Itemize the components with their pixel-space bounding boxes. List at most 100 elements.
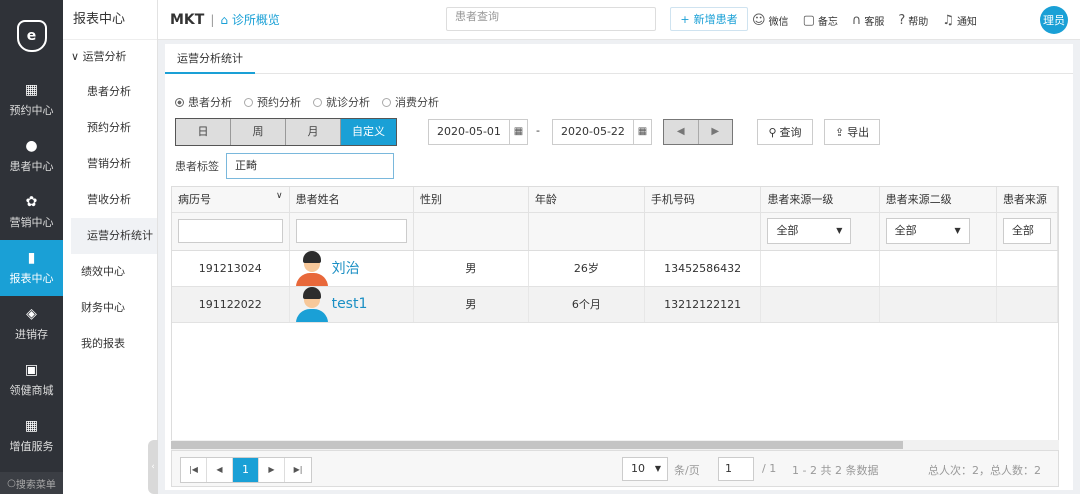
period-day-button[interactable]: 日 [176, 119, 231, 145]
tool-notify[interactable]: ♫ 通知 [942, 13, 977, 28]
tool-memo[interactable]: ▢ 备忘 [803, 13, 838, 28]
rail-item-shop[interactable]: ▣ 领健商城 [0, 352, 63, 408]
tool-wechat[interactable]: ☺ 微信 [752, 13, 789, 28]
app-logo[interactable]: e [0, 0, 63, 72]
column-header-source-2[interactable]: 患者来源二级 [879, 187, 997, 213]
source-1-filter-select[interactable]: 全部 ▼ [767, 218, 852, 244]
collapse-handle[interactable]: ‹ [148, 440, 158, 494]
radio-consumption-analysis[interactable]: 消费分析 [382, 94, 439, 110]
tab-bar: 运营分析统计 [165, 44, 1073, 74]
next-page-button[interactable]: ▶ [259, 458, 285, 482]
radio-dot-selected [175, 97, 184, 107]
last-page-button[interactable]: ▶| [285, 458, 311, 482]
first-page-button[interactable]: |◀ [181, 458, 207, 482]
rail-item-label: 增值服务 [9, 440, 54, 453]
rail-item-patient[interactable]: ● 患者中心 [0, 128, 63, 184]
column-header-gender[interactable]: 性别 [413, 187, 529, 213]
tool-help[interactable]: ? 帮助 [898, 13, 928, 28]
prev-page-button[interactable]: ◀ [207, 458, 233, 482]
column-header-source-1[interactable]: 患者来源一级 [760, 187, 880, 213]
rail-item-appointment[interactable]: ▦ 预约中心 [0, 72, 63, 128]
rail-item-label: 领健商城 [9, 384, 54, 397]
per-page-label: 条/页 [674, 464, 700, 477]
submenu-item-revenue-analysis[interactable]: 营收分析 [63, 182, 157, 218]
name-filter-input[interactable] [295, 219, 407, 243]
menu-search[interactable]: ○ 搜索菜单 [0, 472, 63, 494]
patient-name-link[interactable]: 刘治 [332, 258, 360, 278]
column-header-name[interactable]: 患者姓名 [289, 187, 414, 213]
submenu-item-marketing-analysis[interactable]: 营销分析 [63, 146, 157, 182]
record-no-cell: 191122022 [172, 286, 290, 323]
start-date-input[interactable]: 2020-05-01 ▦ [428, 119, 528, 145]
patient-tag-input[interactable]: 正畸 [226, 153, 394, 179]
radio-appointment-analysis[interactable]: 预约分析 [244, 94, 301, 110]
column-header-age[interactable]: 年龄 [528, 187, 645, 213]
summary-label: 总人次：2，总人数：2 [928, 464, 1041, 477]
prev-period-button[interactable]: ◀ [664, 120, 699, 144]
submenu-item-my-reports[interactable]: 我的报表 [63, 326, 157, 362]
layers-icon: ◈ [26, 306, 37, 322]
clinic-overview-label: 诊所概览 [231, 13, 280, 27]
add-patient-button[interactable]: + 新增患者 [670, 7, 748, 31]
calendar-icon[interactable]: ▦ [633, 120, 651, 144]
plus-icon: + [680, 12, 690, 26]
rail-item-report[interactable]: ▮ 报表中心 [0, 240, 63, 296]
date-separator: - [536, 124, 540, 137]
total-pages-label: / 1 [762, 462, 777, 475]
column-header-record-no[interactable]: 病历号 ∨ [172, 187, 290, 213]
submenu-item-patient-analysis[interactable]: 患者分析 [63, 74, 157, 110]
query-button[interactable]: ⚲ 查询 [757, 119, 813, 145]
patient-name-link[interactable]: test1 [332, 296, 368, 312]
period-month-button[interactable]: 月 [286, 119, 341, 145]
table-header-row: 病历号 ∨ 患者姓名 性别 年龄 手机号码 患者来源一级 患者来源二级 患者来源 [172, 187, 1058, 213]
source-3-filter-select[interactable]: 全部 [1002, 218, 1051, 244]
submenu-item-finance[interactable]: 财务中心 [63, 290, 157, 326]
radio-label: 就诊分析 [326, 96, 370, 109]
chevron-down-icon[interactable]: ∨ [276, 191, 283, 201]
patient-tag-label: 患者标签 [175, 160, 219, 173]
age-cell: 6个月 [528, 286, 645, 323]
source-3-cell [996, 250, 1058, 287]
horizontal-scrollbar[interactable] [171, 440, 1059, 450]
record-no-filter-input[interactable] [178, 219, 283, 243]
period-custom-button[interactable]: 自定义 [341, 119, 396, 145]
headset-icon: ∩ [851, 12, 862, 28]
source-2-filter-select[interactable]: 全部 ▼ [885, 218, 970, 244]
clinic-overview-link[interactable]: ⌂ 诊所概览 [220, 11, 279, 28]
submenu-item-appointment-analysis[interactable]: 预约分析 [63, 110, 157, 146]
submenu-item-operations-stats[interactable]: 运营分析统计 [71, 218, 157, 254]
table-row[interactable]: 191122022 test1 男 6个月 13212122121 [172, 286, 1058, 323]
submenu-group-operations[interactable]: ∨ 运营分析 [63, 40, 157, 74]
submenu-item-performance[interactable]: 绩效中心 [63, 254, 157, 290]
memo-icon: ▢ [802, 12, 815, 28]
period-week-button[interactable]: 周 [231, 119, 286, 145]
next-period-button[interactable]: ▶ [698, 120, 732, 144]
export-button[interactable]: ⇪ 导出 [824, 119, 880, 145]
tab-operations-stats[interactable]: 运营分析统计 [165, 44, 255, 74]
name-cell: 刘治 [289, 250, 414, 287]
table-row[interactable]: 191213024 刘治 男 26岁 13452586432 [172, 250, 1058, 287]
scrollbar-thumb[interactable] [171, 441, 903, 449]
page-size-select[interactable]: 10 ▼ [622, 457, 668, 481]
rail-item-services[interactable]: ▦ 增值服务 [0, 408, 63, 464]
rail-item-marketing[interactable]: ✿ 营销中心 [0, 184, 63, 240]
page-1-button[interactable]: 1 [233, 458, 259, 482]
pagination: |◀ ◀ 1 ▶ ▶| 10 ▼ 条/页 1 / 1 1 - 2 共 2 条数据 … [171, 451, 1059, 487]
radio-visit-analysis[interactable]: 就诊分析 [313, 94, 370, 110]
tool-label: 通知 [956, 16, 977, 28]
calendar-icon[interactable]: ▦ [509, 120, 527, 144]
wechat-icon: ☺ [752, 12, 766, 28]
column-header-phone[interactable]: 手机号码 [644, 187, 762, 213]
brand-separator: | [210, 12, 215, 27]
chart-icon: ▮ [27, 250, 36, 266]
tool-support[interactable]: ∩ 客服 [852, 13, 885, 28]
page-number-input[interactable]: 1 [718, 457, 754, 481]
rail-item-inventory[interactable]: ◈ 进销存 [0, 296, 63, 352]
patient-search-input[interactable]: 患者查询 [446, 7, 656, 31]
avatar[interactable]: 理员 [1040, 6, 1068, 34]
radio-dot [382, 97, 391, 107]
end-date-input[interactable]: 2020-05-22 ▦ [552, 119, 652, 145]
column-header-source-3[interactable]: 患者来源 [996, 187, 1058, 213]
radio-patient-analysis[interactable]: 患者分析 [175, 94, 232, 110]
sub-menu: 报表中心 ∨ 运营分析 患者分析 预约分析 营销分析 营收分析 运营分析统计 绩… [63, 0, 158, 494]
